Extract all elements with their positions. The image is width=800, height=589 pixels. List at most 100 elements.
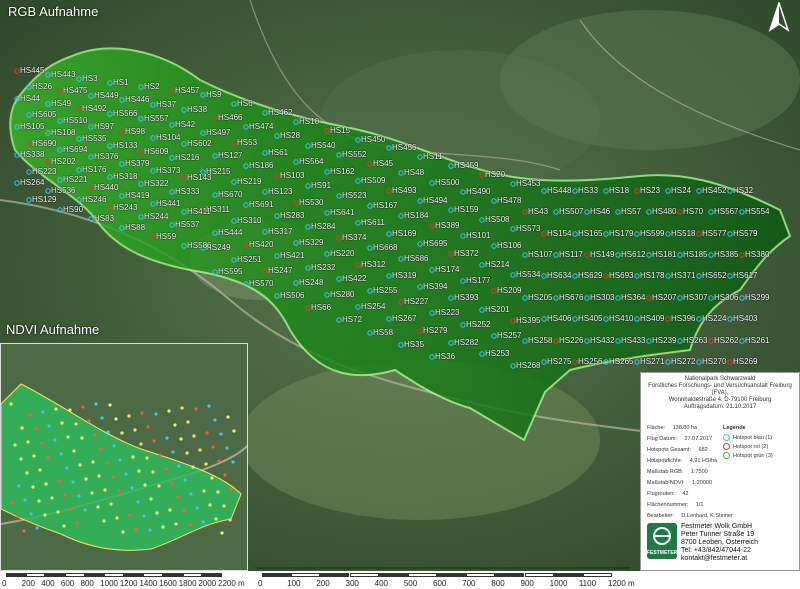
- hotspot-label[interactable]: HS186: [249, 162, 273, 170]
- hotspot-label[interactable]: HS66: [311, 304, 331, 312]
- hotspot-label[interactable]: HS254: [361, 303, 385, 311]
- hotspot-label[interactable]: HS70: [683, 208, 703, 216]
- hotspot-label[interactable]: HS252: [466, 321, 490, 329]
- hotspot-label[interactable]: HS262: [714, 337, 738, 345]
- hotspot-label[interactable]: HS450: [361, 136, 385, 144]
- hotspot-label[interactable]: HS258: [528, 337, 552, 345]
- hotspot-label[interactable]: HS36: [435, 353, 455, 361]
- hotspot-label[interactable]: HS380: [745, 251, 769, 259]
- hotspot-label[interactable]: HS61: [268, 149, 288, 157]
- hotspot-label[interactable]: HS506: [280, 292, 304, 300]
- hotspot-label[interactable]: HS629: [578, 272, 602, 280]
- hotspot-label[interactable]: HS595: [218, 268, 242, 276]
- hotspot-label[interactable]: HS364: [621, 294, 645, 302]
- hotspot-label[interactable]: HS45: [373, 160, 393, 168]
- hotspot-label[interactable]: HS457: [175, 87, 199, 95]
- hotspot-label[interactable]: HS223: [32, 168, 56, 176]
- hotspot-label[interactable]: HS540: [311, 142, 335, 150]
- hotspot-label[interactable]: HS216: [175, 154, 199, 162]
- hotspot-label[interactable]: HS480: [652, 208, 676, 216]
- hotspot-label[interactable]: HS202: [51, 158, 75, 166]
- hotspot-label[interactable]: HS306: [714, 294, 738, 302]
- hotspot-label[interactable]: HS599: [640, 230, 664, 238]
- hotspot-label[interactable]: HS247: [268, 267, 292, 275]
- hotspot-label[interactable]: HS376: [94, 153, 118, 161]
- hotspot-label[interactable]: HS433: [621, 337, 645, 345]
- hotspot-label[interactable]: HS176: [82, 166, 106, 174]
- hotspot-label[interactable]: HS609: [144, 148, 168, 156]
- hotspot-label[interactable]: HS106: [497, 242, 521, 250]
- hotspot-label[interactable]: HS405: [578, 315, 602, 323]
- hotspot-label[interactable]: HS10: [299, 118, 319, 126]
- hotspot-label[interactable]: HS177: [466, 277, 490, 285]
- hotspot-label[interactable]: HS319: [392, 272, 416, 280]
- hotspot-label[interactable]: HS257: [497, 332, 521, 340]
- hotspot-label[interactable]: HS38: [187, 106, 207, 114]
- hotspot-label[interactable]: HS268: [516, 362, 540, 370]
- hotspot-label[interactable]: HS165: [578, 230, 602, 238]
- hotspot-label[interactable]: HS573: [516, 225, 540, 233]
- hotspot-label[interactable]: HS178: [640, 272, 664, 280]
- hotspot-label[interactable]: HS6: [237, 100, 253, 108]
- hotspot-label[interactable]: HS299: [745, 294, 769, 302]
- hotspot-label[interactable]: HS440: [94, 184, 118, 192]
- hotspot-label[interactable]: HS310: [237, 217, 261, 225]
- hotspot-label[interactable]: HS419: [125, 192, 149, 200]
- hotspot-label[interactable]: HS564: [299, 158, 323, 166]
- hotspot-label[interactable]: HS205: [528, 294, 552, 302]
- hotspot-label[interactable]: HS105: [20, 123, 44, 131]
- hotspot-label[interactable]: HS219: [237, 178, 261, 186]
- hotspot-label[interactable]: HS267: [392, 315, 416, 323]
- hotspot-label[interactable]: HS248: [299, 279, 323, 287]
- hotspot-label[interactable]: HS420: [249, 241, 273, 249]
- hotspot-label[interactable]: HS220: [330, 250, 354, 258]
- hotspot-label[interactable]: HS269: [733, 358, 757, 366]
- hotspot-label[interactable]: HS641: [330, 209, 354, 217]
- hotspot-label[interactable]: HS374: [342, 234, 366, 242]
- hotspot-label[interactable]: HS209: [497, 287, 521, 295]
- hotspot-label[interactable]: HS244: [144, 213, 168, 221]
- hotspot-label[interactable]: HS421: [280, 252, 304, 260]
- hotspot-label[interactable]: HS695: [423, 240, 447, 248]
- hotspot-label[interactable]: HS226: [559, 337, 583, 345]
- hotspot-label[interactable]: HS333: [175, 188, 199, 196]
- hotspot-label[interactable]: HS570: [249, 280, 273, 288]
- hotspot-label[interactable]: HS207: [652, 294, 676, 302]
- hotspot-label[interactable]: HS221: [63, 176, 87, 184]
- hotspot-label[interactable]: HS452: [702, 187, 726, 195]
- hotspot-label[interactable]: HS256: [578, 358, 602, 366]
- hotspot-label[interactable]: HS97: [94, 123, 114, 131]
- hotspot-label[interactable]: HS83: [94, 215, 114, 223]
- hotspot-label[interactable]: HS246: [82, 196, 106, 204]
- hotspot-label[interactable]: HS617: [733, 272, 757, 280]
- hotspot-label[interactable]: HS181: [652, 251, 676, 259]
- hotspot-label[interactable]: HS270: [702, 358, 726, 366]
- hotspot-label[interactable]: HS251: [237, 256, 261, 264]
- hotspot-label[interactable]: HS510: [63, 117, 87, 125]
- hotspot-label[interactable]: HS602: [187, 140, 211, 148]
- hotspot-label[interactable]: HS449: [94, 92, 118, 100]
- hotspot-label[interactable]: HS612: [621, 251, 645, 259]
- hotspot-label[interactable]: HS500: [435, 179, 459, 187]
- hotspot-label[interactable]: HS20: [485, 171, 505, 179]
- hotspot-label[interactable]: HS24: [671, 187, 691, 195]
- hotspot-label[interactable]: HS393: [454, 294, 478, 302]
- hotspot-label[interactable]: HS49: [51, 100, 71, 108]
- hotspot-label[interactable]: HS686: [404, 255, 428, 263]
- hotspot-label[interactable]: HS566: [113, 110, 137, 118]
- hotspot-label[interactable]: HS492: [82, 105, 106, 113]
- hotspot-label[interactable]: HS280: [330, 291, 354, 299]
- hotspot-label[interactable]: HS445: [20, 67, 44, 75]
- hotspot-label[interactable]: HS466: [218, 114, 242, 122]
- hotspot-label[interactable]: HS338: [20, 151, 44, 159]
- hotspot-label[interactable]: HS167: [373, 202, 397, 210]
- hotspot-label[interactable]: HS441: [156, 200, 180, 208]
- hotspot-label[interactable]: HS59: [156, 233, 176, 241]
- hotspot-label[interactable]: HS494: [423, 197, 447, 205]
- hotspot-label[interactable]: HS279: [423, 327, 447, 335]
- hotspot-label[interactable]: HS129: [32, 196, 56, 204]
- hotspot-label[interactable]: HS255: [373, 287, 397, 295]
- hotspot-label[interactable]: HS18: [609, 187, 629, 195]
- hotspot-label[interactable]: HS456: [392, 144, 416, 152]
- hotspot-label[interactable]: HS44: [20, 95, 40, 103]
